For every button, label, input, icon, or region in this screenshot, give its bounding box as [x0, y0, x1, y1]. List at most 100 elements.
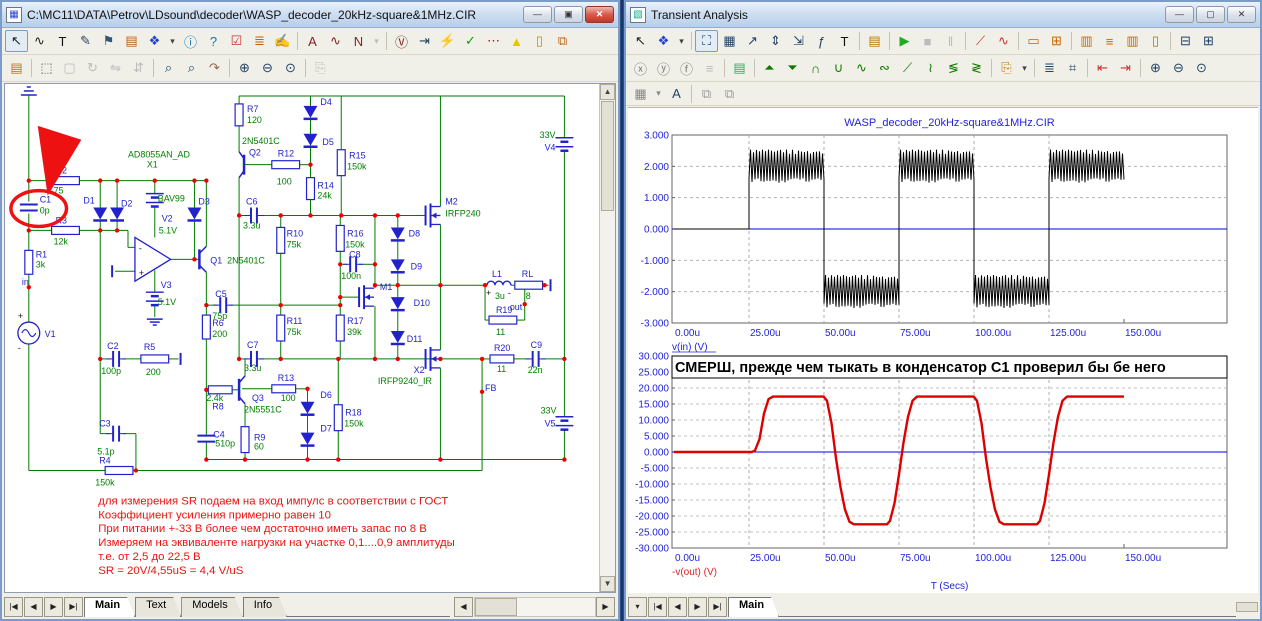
tokens-icon[interactable]: ∿ [992, 30, 1015, 52]
global-high-icon[interactable]: ≶ [942, 57, 965, 79]
copy-picture-icon[interactable]: ⎘ [309, 57, 332, 79]
select-tool[interactable]: ↖ [629, 30, 652, 52]
resize-grip[interactable] [1236, 602, 1258, 612]
cursor-right-icon[interactable]: ⇥ [1114, 57, 1137, 79]
show-conditions-icon[interactable]: ✓ [459, 30, 482, 52]
scroll-up-icon[interactable]: ▲ [600, 84, 615, 100]
scroll-down-icon[interactable]: ▼ [600, 576, 615, 592]
design-verify-icon[interactable]: ☑ [225, 30, 248, 52]
point-tag-icon[interactable]: ↗ [741, 30, 764, 52]
minimize-button[interactable]: — [523, 6, 552, 23]
restore-button[interactable]: ▣ [554, 6, 583, 23]
global-low-icon[interactable]: ≷ [965, 57, 988, 79]
next-page-button[interactable]: ▶ [688, 597, 707, 617]
schematic-tab-info[interactable]: Info [243, 597, 287, 617]
pause-icon[interactable]: ‖ [939, 30, 962, 52]
overlap-icon[interactable]: ▯ [1144, 30, 1167, 52]
show-attribute-text-icon[interactable]: A [301, 30, 324, 52]
x-axis-icon[interactable]: ⓧ [629, 57, 652, 79]
clipboard-icon[interactable]: ⎘ [995, 57, 1018, 79]
properties-icon[interactable]: ▤ [863, 30, 886, 52]
move-front-icon[interactable]: ⧉ [695, 83, 718, 105]
select-area-icon[interactable]: ⬚ [35, 57, 58, 79]
font-icon[interactable]: A [665, 83, 688, 105]
horizontal-tag-icon[interactable]: ⇲ [787, 30, 810, 52]
find-next-icon[interactable]: ⌕ [180, 57, 203, 79]
numeric-output-icon[interactable]: ≣ [1038, 57, 1061, 79]
sheet-icon[interactable]: ▯ [528, 30, 551, 52]
windows-list-icon[interactable]: ≣ [248, 30, 271, 52]
formula-text-icon[interactable]: ƒ [810, 30, 833, 52]
valley-icon[interactable]: ⏷ [781, 57, 804, 79]
ruler-icon[interactable]: ▭ [1022, 30, 1045, 52]
rise-edge-icon[interactable]: ∿ [850, 57, 873, 79]
scale-mode-icon[interactable]: ⛶ [695, 30, 718, 52]
split-plot-icon[interactable]: ⊞ [1197, 30, 1220, 52]
zoom-100-icon[interactable]: ⊙ [279, 57, 302, 79]
analysis-titlebar[interactable]: ▧ Transient Analysis — ▢ ✕ [626, 2, 1260, 28]
show-power-icon[interactable]: ⚡ [436, 30, 459, 52]
cursor-mode-icon[interactable]: ▦ [718, 30, 741, 52]
clipboard-dropdown[interactable]: ▾ [1018, 57, 1031, 79]
peak-icon[interactable]: ⏶ [758, 57, 781, 79]
last-page-button[interactable]: ▶| [64, 597, 83, 617]
last-page-button[interactable]: ▶| [708, 597, 727, 617]
graph-text-icon[interactable]: T [833, 30, 856, 52]
zoom-100-icon[interactable]: ⊙ [1190, 57, 1213, 79]
wire-mode[interactable]: ∿ [28, 30, 51, 52]
show-pin-connections-icon[interactable]: ⋯ [482, 30, 505, 52]
schematic-tab-models[interactable]: Models [181, 597, 242, 617]
line-mode[interactable]: ✎ [74, 30, 97, 52]
schematic-drawing[interactable]: -+R275C10pR312kR13kinV1AD8055AN_ADX1D1D2… [5, 84, 599, 596]
grid-dropdown[interactable]: ▾ [652, 83, 665, 105]
text-mode[interactable]: T [51, 30, 74, 52]
component-dropdown[interactable]: ▾ [675, 30, 688, 52]
plus-mark-icon[interactable]: ⊞ [1045, 30, 1068, 52]
goto-flag-icon[interactable]: ↷ [203, 57, 226, 79]
maximize-button[interactable]: ▢ [1196, 6, 1225, 23]
inflection-icon[interactable]: ≀ [919, 57, 942, 79]
zoom-out-icon[interactable]: ⊖ [1167, 57, 1190, 79]
schematic-tab-text[interactable]: Text [135, 597, 181, 617]
bus-icon[interactable]: ▤ [120, 30, 143, 52]
horizontal-tile-icon[interactable]: ≡ [1098, 30, 1121, 52]
low-icon[interactable]: ∪ [827, 57, 850, 79]
help-icon[interactable]: ? [202, 30, 225, 52]
schematic-canvas-area[interactable]: -+R275C10pR312kR13kinV1AD8055AN_ADX1D1D2… [4, 83, 616, 593]
show-node-voltages-icon[interactable]: Ⓥ [390, 30, 413, 52]
flip-v-icon[interactable]: ⇵ [127, 57, 150, 79]
first-page-button[interactable]: |◀ [4, 597, 23, 617]
fx-axis-icon[interactable]: ⓕ [675, 57, 698, 79]
zoom-in-icon[interactable]: ⊕ [1144, 57, 1167, 79]
move-back-icon[interactable]: ⧉ [718, 83, 741, 105]
vertical-tag-icon[interactable]: ⇕ [764, 30, 787, 52]
vscroll-thumb[interactable] [601, 101, 614, 211]
analysis-plot-area[interactable]: WASP_decoder_20kHz-square&1MHz.CIR3.0002… [628, 107, 1258, 593]
next-page-button[interactable]: ▶ [44, 597, 63, 617]
slope-icon[interactable]: ⟋ [896, 57, 919, 79]
zoom-out-icon[interactable]: ⊖ [256, 57, 279, 79]
run-icon[interactable]: ▶ [893, 30, 916, 52]
box-tool-icon[interactable]: ▢ [58, 57, 81, 79]
select-tool[interactable]: ↖ [5, 30, 28, 52]
axis-menu-icon[interactable]: ≡ [698, 57, 721, 79]
data-points-icon[interactable]: ⟋ [969, 30, 992, 52]
fall-edge-icon[interactable]: ∾ [873, 57, 896, 79]
show-currents-icon[interactable]: ⇥ [413, 30, 436, 52]
show-node-numbers-icon[interactable]: N [347, 30, 370, 52]
calculator-icon[interactable]: ⌗ [1061, 57, 1084, 79]
schematic-titlebar[interactable]: ▦ C:\MC11\DATA\Petrov\LDsound\decoder\WA… [2, 2, 618, 28]
attributes-icon[interactable]: ▤ [5, 57, 28, 79]
flip-h-icon[interactable]: ⇋ [104, 57, 127, 79]
single-plot-icon[interactable]: ⊟ [1174, 30, 1197, 52]
schematic-vscrollbar[interactable]: ▲ ▼ [599, 84, 615, 592]
component-icon[interactable]: ❖ [652, 30, 675, 52]
prev-page-button[interactable]: ◀ [24, 597, 43, 617]
close-button[interactable]: ✕ [1227, 6, 1256, 23]
hscroll-thumb[interactable] [475, 598, 517, 616]
prev-page-button[interactable]: ◀ [668, 597, 687, 617]
zoom-in-icon[interactable]: ⊕ [233, 57, 256, 79]
annotate-icon[interactable]: ✍ [271, 30, 294, 52]
close-button[interactable]: ✕ [585, 6, 614, 23]
schematic-tab-main[interactable]: Main [84, 597, 135, 617]
